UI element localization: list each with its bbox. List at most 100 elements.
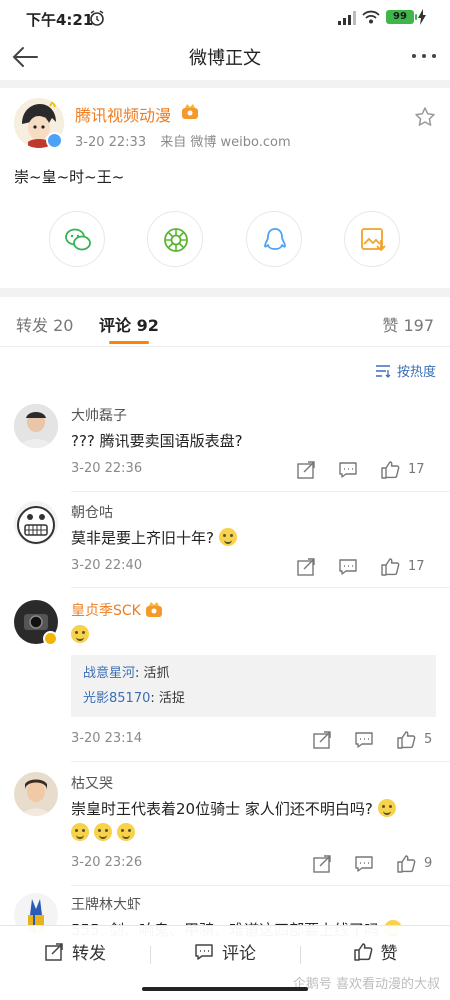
tab-likes[interactable]: 赞 197 <box>382 312 434 336</box>
commenter-name[interactable]: 王牌林大虾 <box>71 894 141 914</box>
like-icon[interactable] <box>396 854 416 874</box>
tab-repost-count: 20 <box>53 316 74 335</box>
tab-repost-label: 转发 <box>16 316 49 335</box>
like-count: 17 <box>408 462 425 477</box>
share-moments-button[interactable] <box>147 211 203 267</box>
post-card: 腾讯视频动漫 3-20 22:33 来自 微博 weibo.com 崇~皇~时~… <box>0 88 450 288</box>
comment-text <box>71 625 89 644</box>
cat-emoji-icon <box>93 823 112 841</box>
reply-line: 光影85170: 活捉 <box>83 686 424 711</box>
comment-divider <box>71 491 450 492</box>
sort-label: 按热度 <box>396 365 436 380</box>
tab-repost[interactable]: 转发 20 <box>16 312 73 336</box>
commenter-avatar[interactable] <box>14 404 58 448</box>
like-icon[interactable] <box>380 557 400 577</box>
smile-emoji-icon <box>218 528 237 546</box>
reply-text: : 活捉 <box>150 691 185 706</box>
cat-emoji-icon <box>71 823 89 841</box>
comment-actions: 9 <box>312 854 436 876</box>
vip-crown-icon <box>146 602 163 617</box>
watermark: 企鹅号 喜欢看动漫的大叔 <box>292 977 440 992</box>
commenter-name-text: 皇贞季SCK <box>71 603 141 619</box>
like-icon[interactable] <box>380 460 400 480</box>
repost-button[interactable]: 转发 <box>0 926 150 983</box>
tab-likes-count: 197 <box>403 316 434 335</box>
commenter-avatar[interactable] <box>14 772 58 816</box>
commenter-name[interactable]: 大帅磊子 <box>71 405 127 425</box>
reply-line: 战意星河: 活抓 <box>83 661 424 686</box>
share-icon[interactable] <box>312 854 332 874</box>
comment-emoji-row <box>71 823 135 842</box>
post-meta: 3-20 22:33 来自 微博 weibo.com <box>75 131 301 150</box>
vip-crown-icon <box>182 104 198 119</box>
save-image-button[interactable] <box>344 211 400 267</box>
commenter-name[interactable]: 枯又哭 <box>71 773 113 793</box>
sweat-smile-emoji-icon <box>71 625 89 643</box>
like-count: 5 <box>424 732 433 747</box>
favorite-star-icon[interactable] <box>414 106 436 128</box>
reply-icon[interactable] <box>338 460 358 480</box>
repost-label: 转发 <box>72 944 106 964</box>
comment-divider <box>71 885 450 886</box>
post-source: 来自 微博 weibo.com <box>160 135 291 150</box>
reply-user[interactable]: 战意星河 <box>83 666 135 681</box>
comment-actions: 17 <box>296 460 436 482</box>
comment-text-content: 崇皇时王代表着20位骑士 家人们还不明白吗? <box>71 800 373 818</box>
comment-time: 3-20 22:40 <box>71 558 143 573</box>
moments-icon <box>164 228 188 252</box>
tab-likes-label: 赞 <box>382 316 399 335</box>
like-count: 17 <box>408 559 425 574</box>
verified-badge-icon <box>43 631 58 646</box>
sort-by-hot-button[interactable]: 按热度 <box>375 361 436 380</box>
reply-text: : 活抓 <box>135 666 170 681</box>
tab-comments-label: 评论 <box>99 316 132 335</box>
verified-badge-icon <box>46 132 63 149</box>
comment-actions: 17 <box>296 557 436 579</box>
status-time: 下午4:21 <box>26 11 94 29</box>
alarm-icon <box>90 10 104 26</box>
comment-divider <box>71 587 450 588</box>
comment-button[interactable]: 评论 <box>150 926 300 983</box>
commenter-name[interactable]: 皇贞季SCK <box>71 600 163 620</box>
qq-icon <box>264 228 286 250</box>
share-icon[interactable] <box>296 557 316 577</box>
share-qq-button[interactable] <box>246 211 302 267</box>
comment-time: 3-20 22:36 <box>71 461 143 476</box>
author-name[interactable]: 腾讯视频动漫 <box>75 102 171 126</box>
tab-comments[interactable]: 评论 92 <box>99 312 159 336</box>
tab-comments-count: 92 <box>136 316 159 335</box>
signal-icon <box>338 11 356 25</box>
tabs-bar: 转发 20 评论 92 赞 197 <box>0 297 450 347</box>
page-title: 微博正文 <box>189 48 261 69</box>
reply-icon[interactable] <box>354 730 374 750</box>
share-wechat-button[interactable] <box>49 211 105 267</box>
reply-icon[interactable] <box>338 557 358 577</box>
like-count: 9 <box>424 856 433 871</box>
sort-icon <box>375 365 391 378</box>
reply-preview-box[interactable]: 战意星河: 活抓 光影85170: 活捉 <box>71 655 436 717</box>
comment-actions: 5 <box>312 730 436 752</box>
like-icon[interactable] <box>396 730 416 750</box>
comment-time: 3-20 23:26 <box>71 855 143 870</box>
comments-list: 按热度 大帅磊子 ??? 腾讯要卖国语版表盘? 3-20 22:36 17 朝仓… <box>0 347 450 1000</box>
share-icon[interactable] <box>312 730 332 750</box>
comment-text-content: 莫非是要上齐旧十年? <box>71 529 214 547</box>
reply-user[interactable]: 光影85170 <box>83 691 150 706</box>
commenter-name[interactable]: 朝仓咕 <box>71 502 113 522</box>
home-indicator[interactable] <box>142 987 308 991</box>
wifi-icon <box>362 10 380 24</box>
comment-text: 崇皇时王代表着20位骑士 家人们还不明白吗? <box>71 798 396 819</box>
cat-emoji-icon <box>377 799 396 817</box>
repost-icon <box>45 943 63 961</box>
share-icon[interactable] <box>296 460 316 480</box>
wechat-icon <box>65 228 91 251</box>
save-image-icon <box>361 228 386 252</box>
comment-icon <box>195 944 213 960</box>
reply-icon[interactable] <box>354 854 374 874</box>
comment-text: ??? 腾讯要卖国语版表盘? <box>71 432 243 450</box>
more-options-icon[interactable] <box>410 44 438 68</box>
commenter-avatar[interactable] <box>14 501 58 545</box>
status-bar: 下午4:21 99 <box>0 0 450 36</box>
nav-bar: 微博正文 <box>0 36 450 80</box>
post-text: 崇~皇~时~王~ <box>14 168 125 186</box>
